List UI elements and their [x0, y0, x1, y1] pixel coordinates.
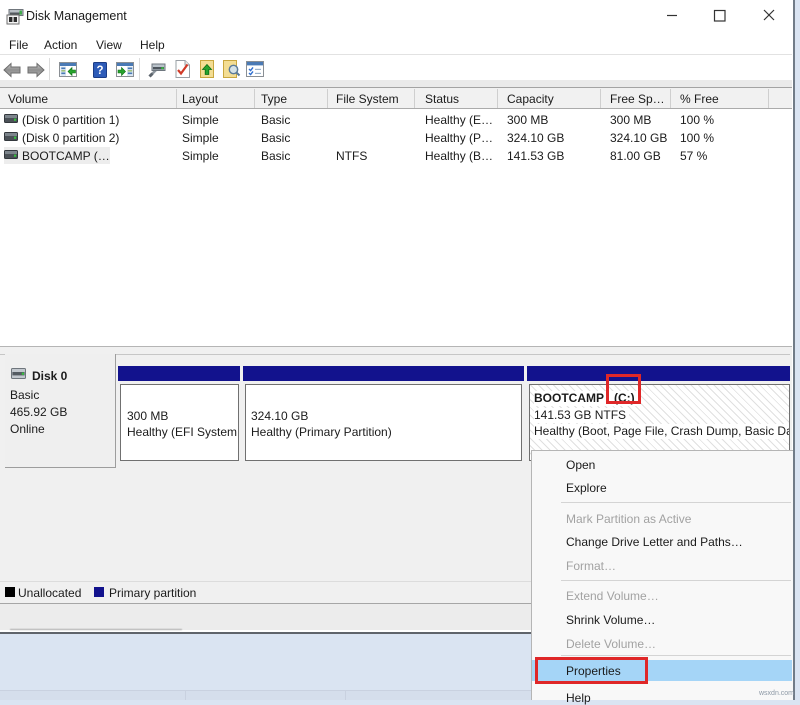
svg-text:?: ? [96, 65, 103, 77]
